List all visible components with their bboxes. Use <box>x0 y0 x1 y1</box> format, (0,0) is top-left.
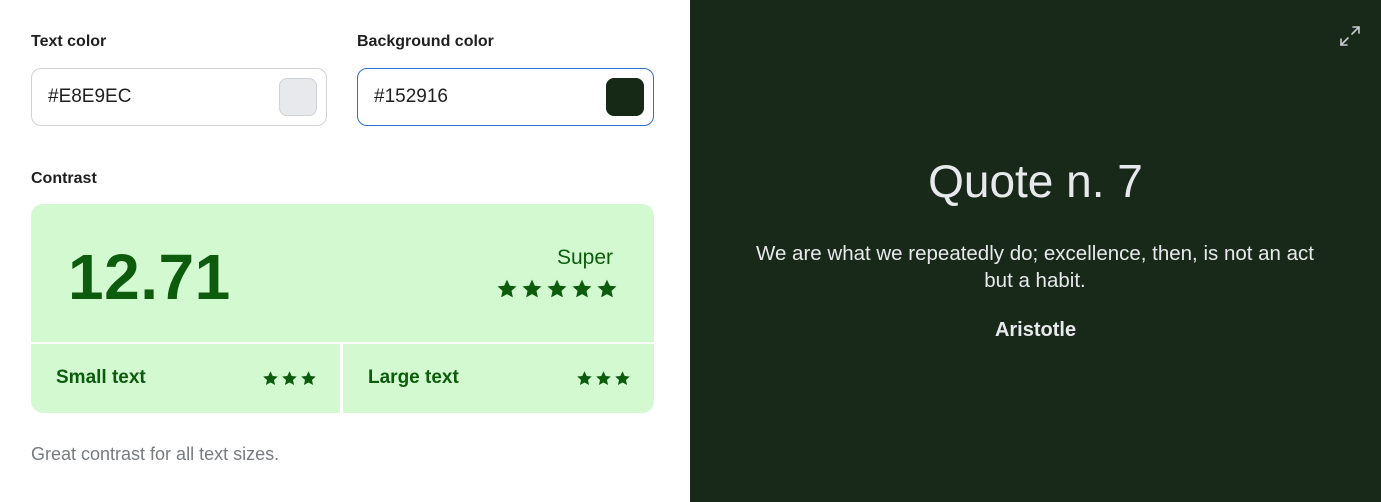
background-color-label: Background color <box>357 33 494 50</box>
quote-preview: Quote n. 7 We are what we repeatedly do;… <box>690 0 1381 502</box>
contrast-card: 12.71 Super Small text Large text <box>31 204 654 413</box>
star-icon <box>547 279 567 298</box>
contrast-ratio: 12.71 <box>68 241 231 313</box>
star-icon <box>497 279 517 298</box>
quote-text: We are what we repeatedly do; excellence… <box>755 242 1314 292</box>
large-text-rating: Large text <box>343 344 654 413</box>
star-icon <box>522 279 542 298</box>
background-color-swatch[interactable] <box>606 78 644 116</box>
text-color-swatch[interactable] <box>279 78 317 116</box>
contrast-label: Contrast <box>31 170 97 187</box>
background-color-value[interactable]: #152916 <box>374 86 448 108</box>
star-icon <box>577 371 592 386</box>
text-color-label: Text color <box>31 33 107 50</box>
small-text-label: Small text <box>56 367 146 388</box>
expand-icon[interactable] <box>1337 23 1363 49</box>
star-icon <box>597 279 617 298</box>
contrast-summary: 12.71 Super <box>31 204 654 342</box>
large-text-stars <box>576 370 631 387</box>
color-settings-panel: Text color #E8E9EC Background color #152… <box>0 0 690 502</box>
star-icon <box>572 279 592 298</box>
quote-author: Aristotle <box>994 319 1077 341</box>
text-color-input[interactable]: #E8E9EC <box>31 68 327 126</box>
large-text-label: Large text <box>368 367 459 388</box>
star-icon <box>282 371 297 386</box>
small-text-rating: Small text <box>31 344 340 413</box>
contrast-summary-text: Great contrast for all text sizes. <box>31 444 280 464</box>
star-icon <box>596 371 611 386</box>
star-icon <box>301 371 316 386</box>
star-icon <box>263 371 278 386</box>
small-text-stars <box>262 370 317 387</box>
contrast-rating: Super <box>556 246 613 269</box>
star-icon <box>615 371 630 386</box>
quote-title: Quote n. 7 <box>928 155 1143 207</box>
rating-stars <box>496 278 618 300</box>
text-color-value[interactable]: #E8E9EC <box>48 86 131 108</box>
background-color-input[interactable]: #152916 <box>357 68 654 126</box>
